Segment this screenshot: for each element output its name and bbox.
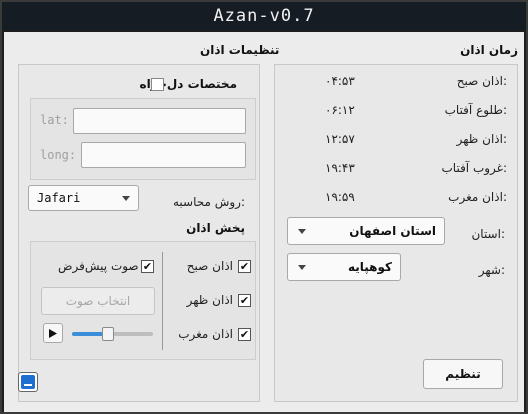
city-value: کوهپایه (347, 260, 392, 274)
checkmark-icon: ✔ (239, 328, 250, 341)
chevron-down-icon (298, 265, 306, 270)
playback-group: اذان صبح ✔ اذان ظهر ✔ اذان مغرب ✔ صوت پی… (30, 241, 256, 360)
province-label: استان: (471, 227, 505, 241)
check-maghrib-label: اذان مغرب (178, 327, 233, 341)
coords-group: lat: long: (30, 98, 256, 180)
dhuhr-time: ۱۲:۵۷ (325, 132, 355, 146)
times-heading: زمان اذان (460, 43, 518, 57)
set-button[interactable]: تنظیم (423, 359, 503, 389)
custom-coords-checkbox[interactable] (151, 78, 164, 91)
lat-label: lat: (40, 113, 69, 127)
settings-panel: مختصات دل‌خواه lat: long: روش محاسبه: Ja… (18, 64, 260, 402)
default-sound-checkbox[interactable]: ✔ (141, 260, 154, 273)
calc-method-value: Jafari (37, 191, 81, 205)
maghrib-time: ۱۹:۵۹ (325, 190, 355, 204)
chevron-down-icon (298, 229, 306, 234)
check-maghrib-checkbox[interactable]: ✔ (238, 328, 251, 341)
calc-method-select[interactable]: Jafari (28, 185, 139, 211)
app-window: Azan-v0.7 زمان اذان اذان صبح: ۰۴:۵۳ طلوع… (0, 0, 528, 414)
dhuhr-label: اذان ظهر: (456, 132, 507, 146)
sunset-label: غروب آفتاب: (441, 161, 508, 175)
check-fajr-checkbox[interactable]: ✔ (238, 260, 251, 273)
minimize-to-tray-button[interactable] (18, 372, 38, 392)
window-title: Azan-v0.7 (213, 6, 315, 26)
fajr-label: اذان صبح: (456, 74, 507, 88)
sunrise-time: ۰۶:۱۲ (325, 103, 355, 117)
sunrise-label: طلوع آفتاب: (444, 103, 507, 117)
checkmark-icon: ✔ (239, 294, 250, 307)
playback-heading: پخش اذان (186, 221, 245, 235)
check-dhuhr-label: اذان ظهر (186, 293, 233, 307)
volume-slider[interactable] (72, 327, 153, 341)
calc-method-label: روش محاسبه: (172, 195, 245, 209)
sunset-time: ۱۹:۴۳ (325, 161, 355, 175)
long-label: long: (40, 148, 77, 162)
volume-thumb[interactable] (102, 327, 115, 341)
minimize-icon (21, 375, 35, 389)
main-content: زمان اذان اذان صبح: ۰۴:۵۳ طلوع آفتاب: ۰۶… (4, 32, 524, 412)
province-value: استان اصفهان (349, 224, 436, 238)
default-sound-label: صوت پیش‌فرض (58, 259, 139, 273)
choose-sound-button[interactable]: انتخاب صوت (41, 287, 155, 315)
play-button[interactable] (43, 323, 63, 343)
chevron-down-icon (122, 196, 130, 201)
lat-input[interactable] (73, 108, 246, 134)
checkmark-icon: ✔ (239, 260, 250, 273)
province-select[interactable]: استان اصفهان (287, 217, 445, 245)
title-bar[interactable]: Azan-v0.7 (2, 2, 526, 30)
play-icon (49, 328, 57, 338)
city-label: شهر: (478, 263, 505, 277)
check-fajr-label: اذان صبح (186, 259, 233, 273)
city-select[interactable]: کوهپایه (287, 253, 401, 281)
check-dhuhr-checkbox[interactable]: ✔ (238, 294, 251, 307)
times-panel: اذان صبح: ۰۴:۵۳ طلوع آفتاب: ۰۶:۱۲ اذان ظ… (274, 64, 518, 402)
separator (162, 252, 163, 350)
settings-heading: تنظیمات اذان (200, 43, 280, 57)
fajr-time: ۰۴:۵۳ (325, 74, 355, 88)
checkmark-icon: ✔ (142, 260, 153, 273)
long-input[interactable] (81, 142, 246, 168)
maghrib-label: اذان مغرب: (448, 190, 507, 204)
